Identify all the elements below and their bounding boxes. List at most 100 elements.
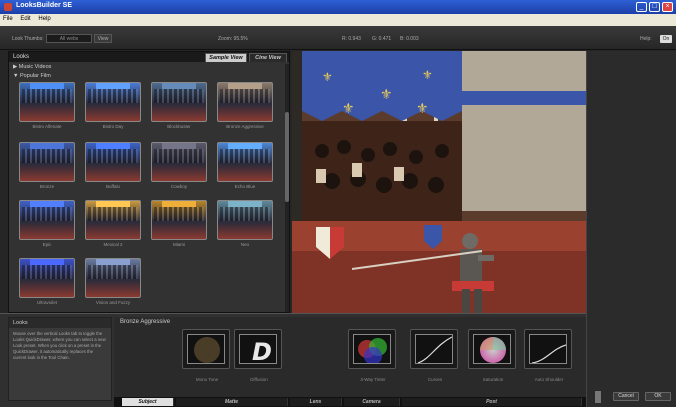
looks-header: Looks Sample View Cine View <box>9 52 289 62</box>
look-thumb[interactable]: Echo Blue <box>217 142 273 190</box>
look-thumb[interactable]: Bronze <box>19 142 75 190</box>
help-toggle[interactable]: On <box>660 35 672 43</box>
look-thumb-image <box>151 200 207 240</box>
svg-text:D: D <box>252 338 272 364</box>
look-thumb-label: Bronze <box>39 184 55 189</box>
look-thumb[interactable]: Ultraviolet <box>19 258 75 306</box>
ok-button[interactable]: OK <box>645 392 671 401</box>
tab-lens[interactable]: Lens <box>290 398 342 406</box>
menu-help[interactable]: Help <box>35 14 53 24</box>
look-thumb-image <box>217 142 273 182</box>
look-thumb-label: Mexical 2 <box>103 242 123 247</box>
look-thumb-image <box>85 200 141 240</box>
look-thumb[interactable]: Bistro Day <box>85 82 141 130</box>
tool-label: Diffusion <box>250 377 268 382</box>
look-thumb-image <box>151 142 207 182</box>
category-popular-film[interactable]: ▼ Popular Film <box>13 73 51 79</box>
look-thumb-image <box>217 82 273 122</box>
preview-image: ⚜ ⚜ ⚜ ⚜ ⚜ <box>292 51 586 313</box>
look-thumb-image <box>85 82 141 122</box>
scroll-thumb[interactable] <box>285 112 289 202</box>
category-music-videos[interactable]: ▶ Music Videos <box>13 64 51 70</box>
tab-subject[interactable]: Subject <box>122 398 174 406</box>
cancel-button[interactable]: Cancel <box>613 392 639 401</box>
tool-label: 3-Way Tinter <box>360 377 386 382</box>
look-thumb-label: Blockbuster <box>167 124 191 129</box>
look-thumb[interactable]: Bronze Aggressive <box>217 82 273 130</box>
look-thumb-label: Bronze Aggressive <box>226 124 264 129</box>
expanded-arrow-icon: ▼ <box>13 73 20 79</box>
maximize-button[interactable]: □ <box>649 2 660 12</box>
toolchain-title: Bronze Aggressive <box>120 319 171 325</box>
look-thumb[interactable]: Epic <box>19 200 75 248</box>
tool-auto-shoulder[interactable]: Auto Shoulder <box>524 329 572 382</box>
tool-curves[interactable]: Curves <box>410 329 458 382</box>
look-thumb-label: Vision and Fuzzy <box>95 300 131 305</box>
look-thumb[interactable]: Cowboy <box>151 142 207 190</box>
look-thumb[interactable]: Neo <box>217 200 273 248</box>
window-title: LooksBuilder SE <box>16 2 73 9</box>
bottom-panel: Looks Mouse over the vertical Looks tab … <box>0 313 586 407</box>
look-thumb-image <box>85 258 141 298</box>
look-thumb-image <box>85 142 141 182</box>
look-thumb-label: Echo Blue <box>234 184 256 189</box>
look-thumb-image <box>19 142 75 182</box>
svg-text:⚜: ⚜ <box>342 101 355 117</box>
looks-panel: Looks Sample View Cine View ▶ Music Vide… <box>8 51 290 313</box>
look-thumb-label: Buffalo <box>106 184 120 189</box>
title-bar: LooksBuilder SE _ □ × <box>0 0 676 14</box>
look-thumb[interactable]: Mexical 2 <box>85 200 141 248</box>
tool-diffusion[interactable]: D Diffusion <box>234 329 282 382</box>
green-readout: G: 0.471 <box>372 36 392 42</box>
look-thumb-image <box>151 82 207 122</box>
look-thumb-label: Neo <box>240 242 250 247</box>
svg-text:⚜: ⚜ <box>416 101 429 117</box>
look-thumb[interactable]: Buffalo <box>85 142 141 190</box>
look-thumb[interactable]: Vision and Fuzzy <box>85 258 141 306</box>
right-panel: Cancel OK <box>586 51 676 407</box>
tab-sample-view[interactable]: Sample View <box>205 53 247 62</box>
look-thumb-label: Ultraviolet <box>36 300 57 305</box>
tab-matte[interactable]: Matte <box>176 398 288 406</box>
look-thumb-label: Cowboy <box>170 184 188 189</box>
svg-text:⚜: ⚜ <box>422 68 433 82</box>
view-button[interactable]: View <box>94 34 112 43</box>
minimize-button[interactable]: _ <box>636 2 647 12</box>
category-label: Music Videos <box>18 64 52 70</box>
tool-label: Auto Shoulder <box>534 377 564 382</box>
category-tabbar: Subject Matte Lens Camera Post <box>114 397 586 407</box>
tool-saturation[interactable]: Saturation <box>468 329 516 382</box>
tool-3-way-tinter[interactable]: 3-Way Tinter <box>348 329 396 382</box>
category-label: Popular Film <box>19 73 51 79</box>
close-button[interactable]: × <box>662 2 673 12</box>
help-label: Help: <box>640 36 652 42</box>
figure-icon <box>595 391 601 403</box>
tool-label: Curves <box>427 377 443 382</box>
tab-post[interactable]: Post <box>402 398 582 406</box>
look-thumb[interactable]: Miami <box>151 200 207 248</box>
menu-file[interactable]: File <box>0 14 16 24</box>
toolbar: Look Thumbs: All webs View Zoom: 95.5% R… <box>0 26 676 50</box>
look-thumb-image <box>217 200 273 240</box>
tool-mono-tone[interactable]: Mono Tone <box>182 329 230 382</box>
look-thumb-label: Bistro Day <box>102 124 124 129</box>
looks-title: Looks <box>13 54 30 60</box>
image-viewer[interactable]: ⚜ ⚜ ⚜ ⚜ ⚜ <box>292 51 586 313</box>
red-readout: R: 0.943 <box>342 36 361 42</box>
help-text: Mouse over the vertical Looks tab to tog… <box>13 331 106 360</box>
tab-camera[interactable]: Camera <box>344 398 400 406</box>
look-thumb[interactable]: Blockbuster <box>151 82 207 130</box>
look-thumbs-label: Look Thumbs: <box>12 36 44 42</box>
look-thumb-image <box>19 258 75 298</box>
tab-cine-view[interactable]: Cine View <box>249 53 287 62</box>
svg-text:⚜: ⚜ <box>322 70 333 84</box>
menu-edit[interactable]: Edit <box>17 14 33 24</box>
help-description: Looks Mouse over the vertical Looks tab … <box>8 317 112 401</box>
app-icon <box>4 3 12 11</box>
look-thumbs-select[interactable]: All webs <box>46 34 92 43</box>
look-thumb-label: Miami <box>173 242 185 247</box>
looks-scrollbar[interactable] <box>285 64 289 312</box>
look-thumb-label: Bistro Alfenate <box>32 124 62 129</box>
tool-chain: Bronze Aggressive Mono Tone D Diffusion … <box>114 317 586 407</box>
look-thumb[interactable]: Bistro Alfenate <box>19 82 75 130</box>
